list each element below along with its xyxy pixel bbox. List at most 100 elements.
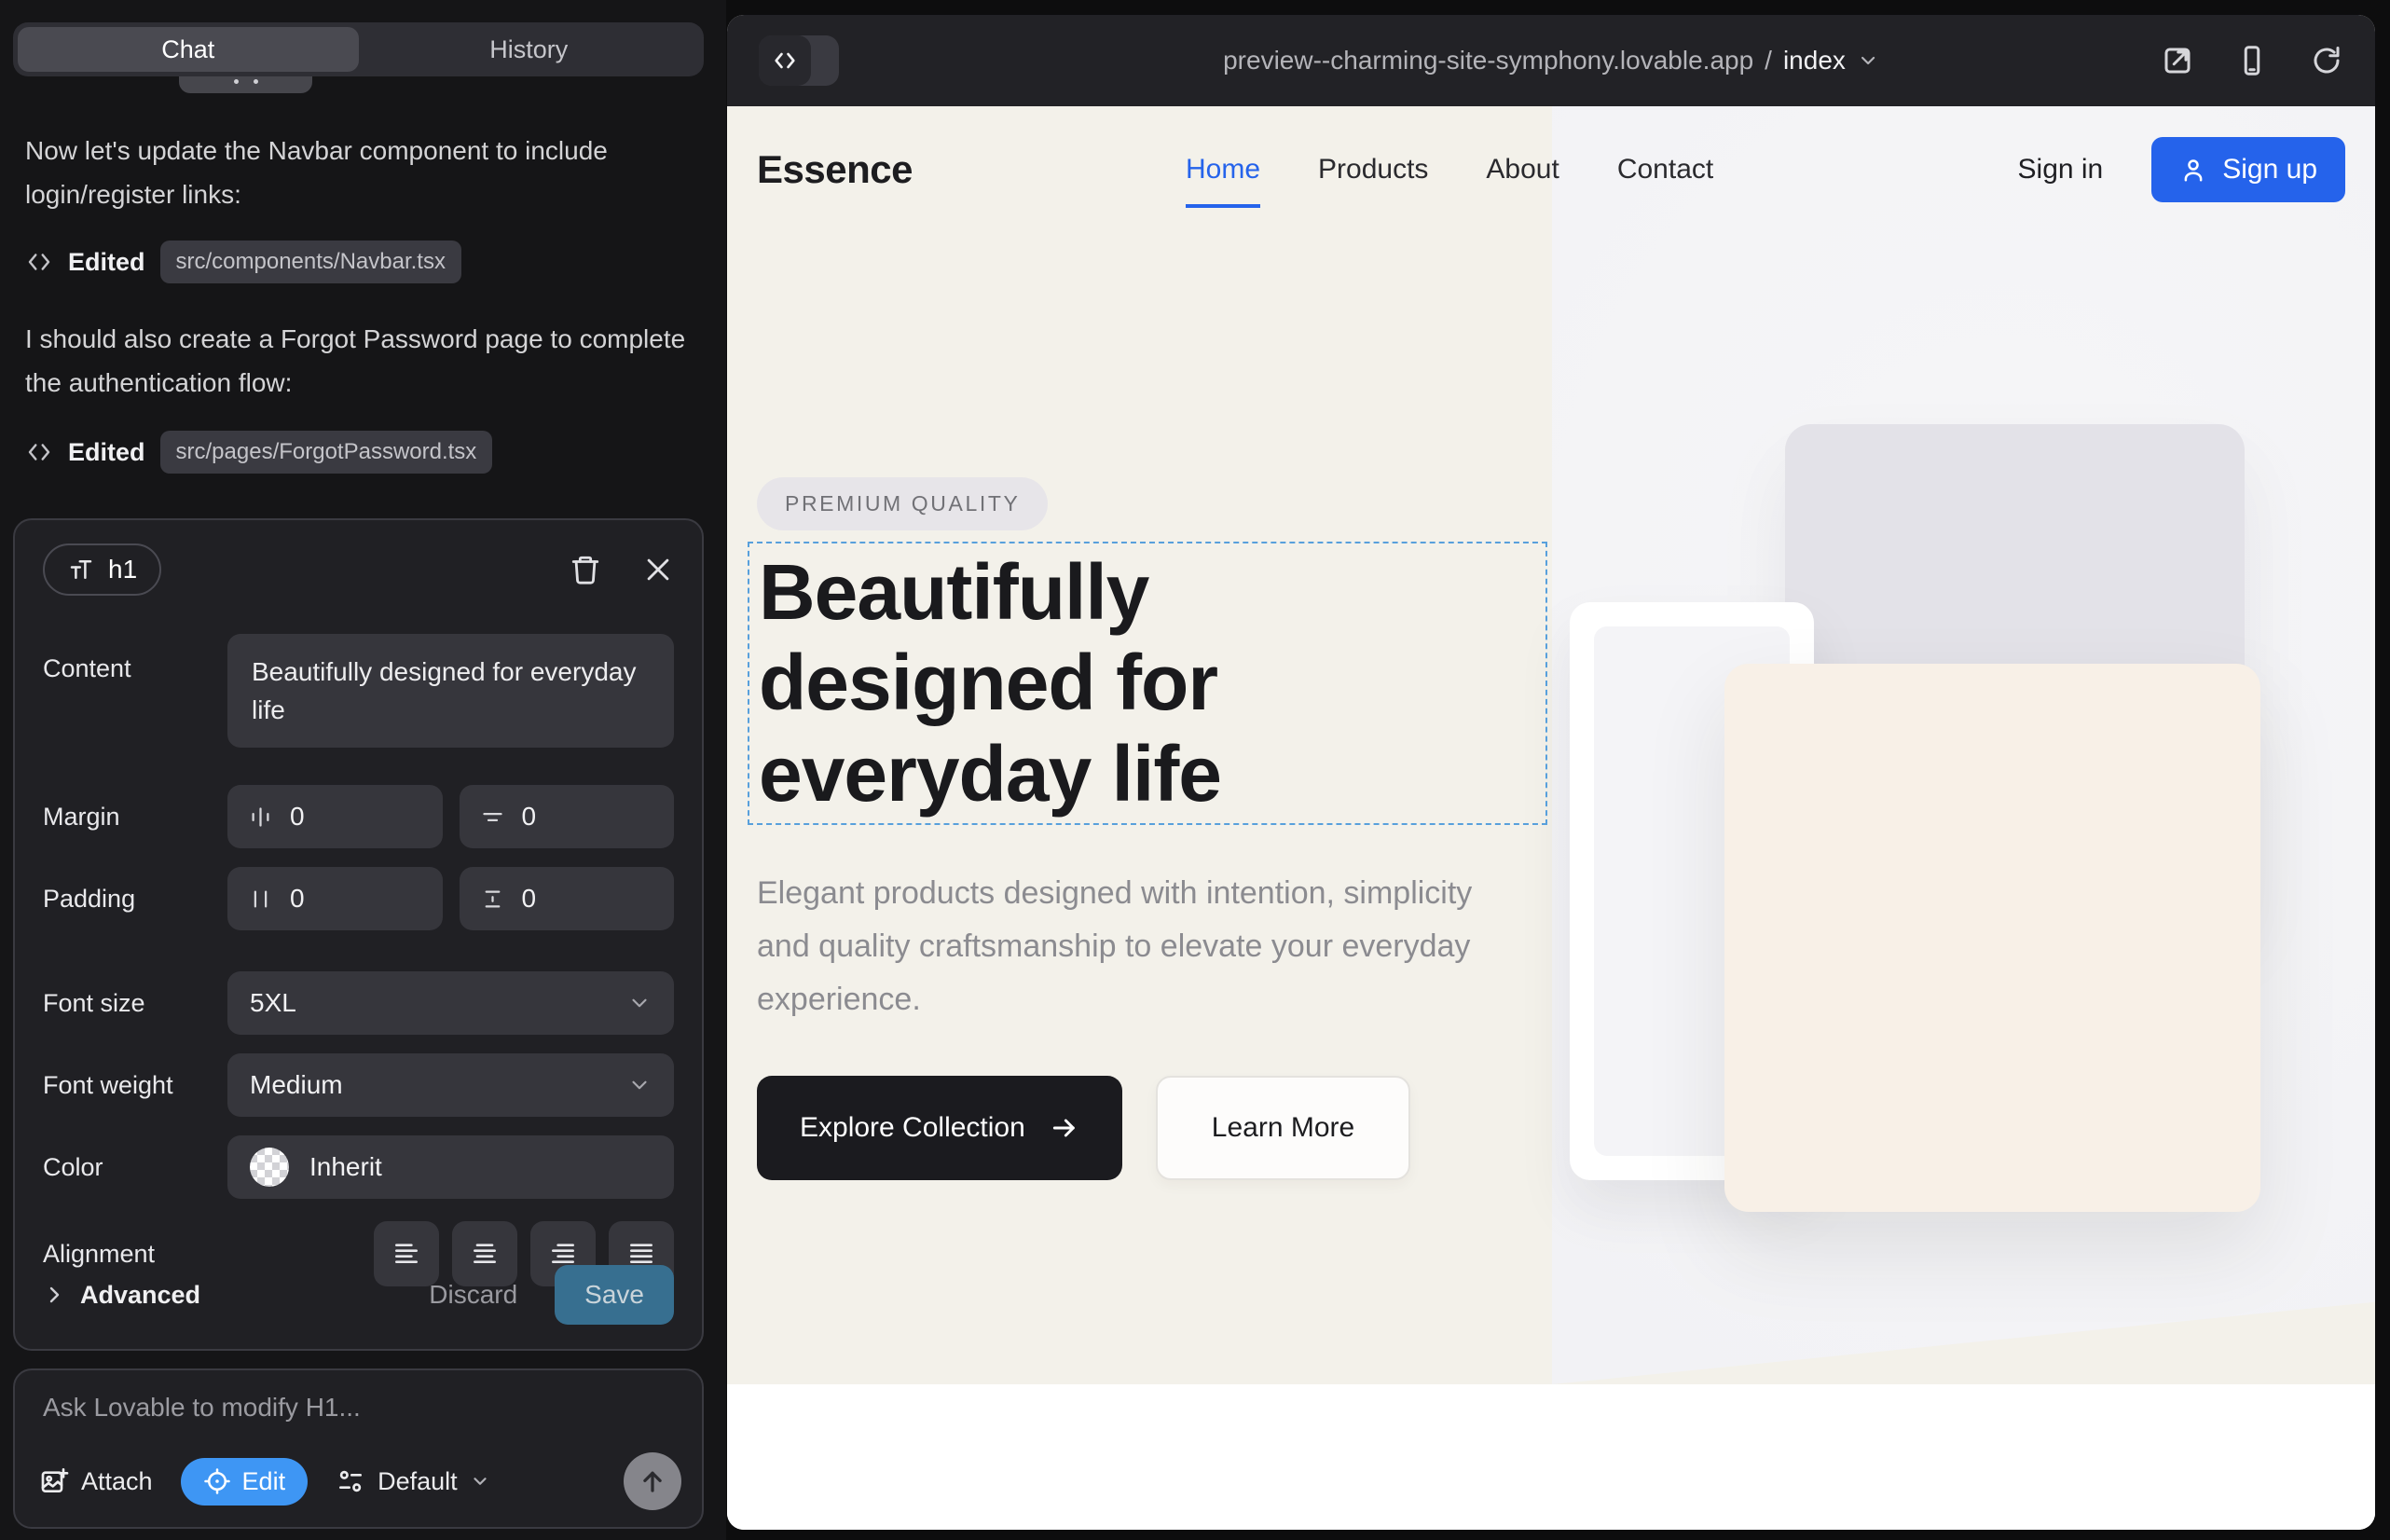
- padding-horizontal-icon: [248, 887, 273, 912]
- close-editor-button[interactable]: [642, 554, 674, 585]
- color-label: Color: [43, 1153, 227, 1182]
- hero-badge: PREMIUM QUALITY: [757, 477, 1048, 530]
- file-badge[interactable]: src/pages/ForgotPassword.tsx: [160, 431, 493, 474]
- margin-x-value: 0: [290, 802, 305, 832]
- tab-history[interactable]: History: [359, 27, 700, 72]
- type-icon: [67, 556, 95, 584]
- send-button[interactable]: [624, 1452, 681, 1510]
- padding-vertical-icon: [480, 887, 505, 912]
- margin-y-input[interactable]: 0: [460, 785, 675, 848]
- margin-y-value: 0: [522, 802, 537, 832]
- device-preview-button[interactable]: [2235, 44, 2269, 77]
- trash-icon: [570, 554, 601, 585]
- delete-element-button[interactable]: [570, 554, 601, 585]
- mode-label: Default: [378, 1467, 458, 1496]
- composer-input[interactable]: [43, 1393, 674, 1423]
- element-editor-panel: h1 Content Beautifully designed for ever…: [13, 518, 704, 1351]
- attach-label: Attach: [81, 1467, 153, 1496]
- padding-x-input[interactable]: 0: [227, 867, 443, 930]
- image-plus-icon: [39, 1466, 69, 1496]
- file-badge[interactable]: src/components/Navbar.tsx: [160, 241, 461, 283]
- font-size-label: Font size: [43, 989, 227, 1018]
- content-label: Content: [43, 634, 227, 683]
- refresh-button[interactable]: [2310, 44, 2343, 77]
- font-size-select[interactable]: 5XL: [227, 971, 674, 1035]
- attach-button[interactable]: Attach: [39, 1466, 153, 1496]
- margin-vertical-icon: [480, 804, 505, 830]
- sign-up-button[interactable]: Sign up: [2151, 137, 2345, 202]
- crosshair-icon: [203, 1467, 231, 1495]
- site-logo[interactable]: Essence: [757, 147, 913, 192]
- code-icon: [25, 438, 53, 466]
- hero-paragraph: Elegant products designed with intention…: [757, 867, 1503, 1026]
- sliders-icon: [336, 1466, 365, 1496]
- chat-history-tabs: Chat History: [13, 22, 704, 76]
- nav-link-contact[interactable]: Contact: [1617, 154, 1713, 186]
- next-section-strip: [727, 1384, 2375, 1530]
- color-select[interactable]: Inherit: [227, 1135, 674, 1199]
- font-weight-label: Font weight: [43, 1071, 227, 1100]
- chevron-down-icon: [1857, 49, 1879, 72]
- chevron-right-icon: [43, 1284, 65, 1306]
- lovable-sidebar: Chat History Now let's update the Navbar…: [0, 0, 726, 1540]
- chat-composer: Attach Edit Default: [13, 1368, 704, 1529]
- padding-label: Padding: [43, 885, 227, 914]
- url-breadcrumb[interactable]: preview--charming-site-symphony.lovable.…: [1223, 46, 1879, 76]
- app-window: { "colors": { "accent_blue": "#2563eb", …: [0, 0, 2390, 1540]
- decor-card-cream: [1724, 664, 2260, 1212]
- sign-in-link[interactable]: Sign in: [2018, 154, 2104, 186]
- mode-dropdown[interactable]: Default: [336, 1466, 490, 1496]
- font-weight-value: Medium: [250, 1070, 343, 1100]
- edited-label: Edited: [68, 438, 145, 467]
- transparent-swatch-icon: [250, 1148, 289, 1187]
- color-value: Inherit: [309, 1152, 382, 1182]
- chevron-down-icon: [470, 1471, 490, 1492]
- edit-mode-button[interactable]: Edit: [181, 1458, 309, 1506]
- discard-button[interactable]: Discard: [429, 1280, 517, 1310]
- site-navbar: Essence Home Products About Contact Sign…: [727, 106, 2375, 233]
- arrow-up-icon: [639, 1467, 666, 1495]
- font-size-value: 5XL: [250, 988, 296, 1018]
- alignment-label: Alignment: [43, 1240, 227, 1269]
- preview-toolbar: preview--charming-site-symphony.lovable.…: [727, 15, 2375, 106]
- margin-horizontal-icon: [248, 804, 273, 830]
- edited-label: Edited: [68, 248, 145, 277]
- margin-x-input[interactable]: 0: [227, 785, 443, 848]
- explore-collection-button[interactable]: Explore Collection: [757, 1076, 1122, 1180]
- code-icon[interactable]: [759, 35, 811, 86]
- advanced-toggle[interactable]: Advanced: [43, 1281, 200, 1310]
- advanced-label: Advanced: [80, 1281, 200, 1310]
- nav-link-about[interactable]: About: [1486, 154, 1559, 186]
- edited-file-row: Edited src/components/Navbar.tsx: [25, 241, 461, 283]
- diagonal-wedge: [1552, 1295, 2375, 1384]
- code-view-toggle[interactable]: [759, 35, 839, 86]
- tab-chat[interactable]: Chat: [18, 27, 359, 72]
- selected-element-outline[interactable]: Beautifully designed for everyday life: [748, 542, 1547, 825]
- selected-element-tag[interactable]: h1: [43, 543, 161, 596]
- url-domain: preview--charming-site-symphony.lovable.…: [1223, 46, 1753, 76]
- tag-label: h1: [108, 555, 137, 584]
- close-icon: [642, 554, 674, 585]
- content-input[interactable]: Beautifully designed for everyday life: [227, 634, 674, 748]
- learn-more-button[interactable]: Learn More: [1156, 1076, 1410, 1180]
- url-separator: /: [1765, 46, 1772, 76]
- hero-heading[interactable]: Beautifully designed for everyday life: [749, 543, 1355, 819]
- arrow-right-icon: [1050, 1113, 1079, 1143]
- preview-frame: preview--charming-site-symphony.lovable.…: [727, 15, 2375, 1530]
- sign-up-label: Sign up: [2222, 154, 2317, 186]
- nav-link-home[interactable]: Home: [1186, 154, 1260, 186]
- padding-x-value: 0: [290, 884, 305, 914]
- open-external-button[interactable]: [2161, 44, 2194, 77]
- user-icon: [2179, 156, 2207, 184]
- margin-label: Margin: [43, 803, 227, 832]
- save-button[interactable]: Save: [555, 1265, 674, 1325]
- chevron-down-icon: [627, 1073, 652, 1097]
- nav-link-products[interactable]: Products: [1318, 154, 1428, 186]
- hero-image-panel: [1552, 106, 2375, 1384]
- padding-y-input[interactable]: 0: [460, 867, 675, 930]
- code-icon: [25, 248, 53, 276]
- url-page: index: [1783, 46, 1846, 76]
- site-canvas: Essence Home Products About Contact Sign…: [727, 106, 2375, 1530]
- font-weight-select[interactable]: Medium: [227, 1053, 674, 1117]
- edited-file-row: Edited src/pages/ForgotPassword.tsx: [25, 431, 492, 474]
